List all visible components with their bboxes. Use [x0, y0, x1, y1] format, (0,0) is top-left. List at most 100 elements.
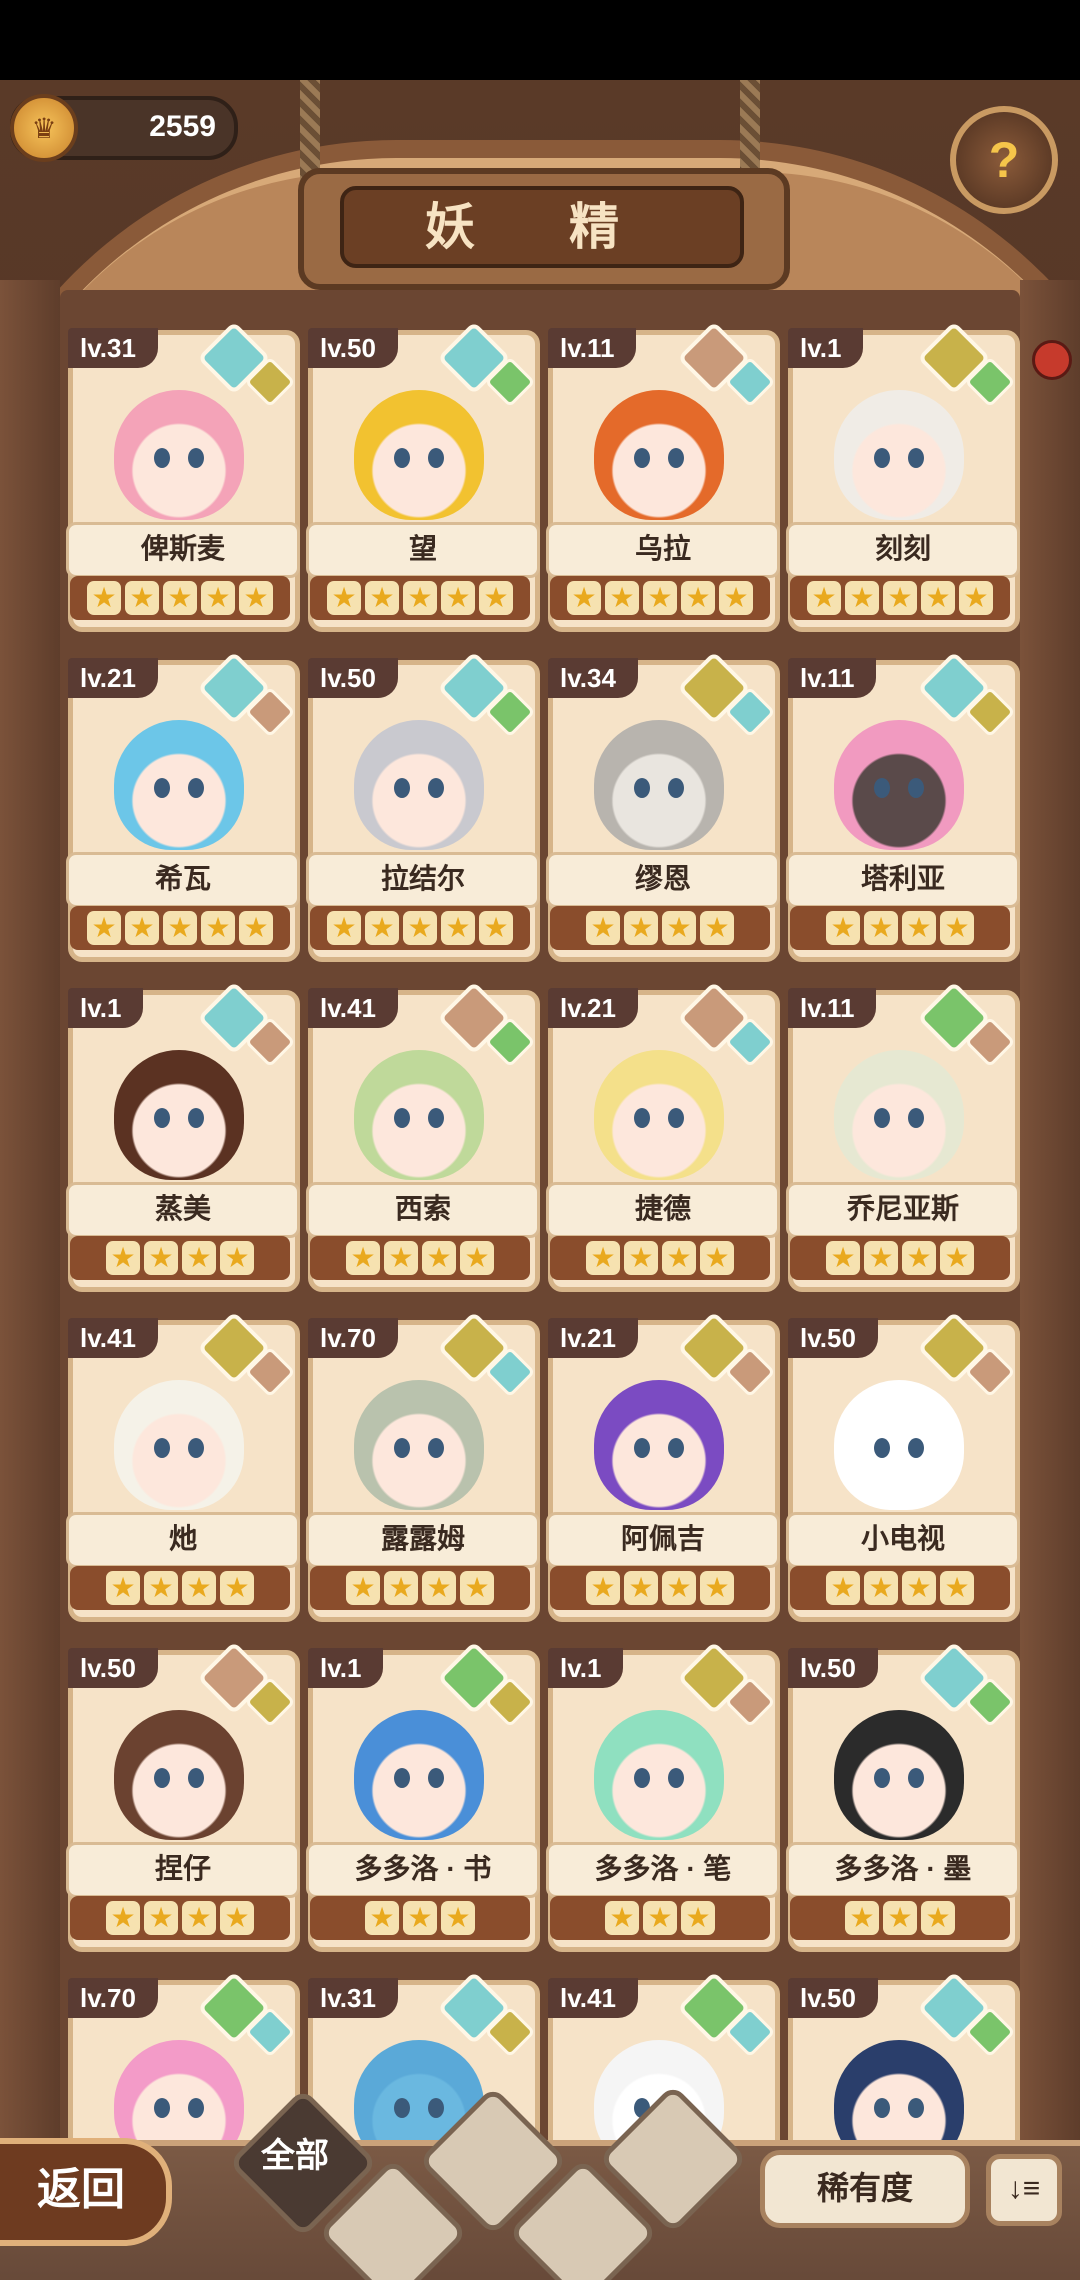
fairy-level: lv.70 — [68, 1978, 158, 2018]
fairy-card[interactable]: lv.50 多多洛 · 墨 ★ ★ ★ — [780, 1640, 1020, 1952]
star-icon: ★ — [719, 581, 753, 615]
fairy-collection-screen: ♛ 2559 妖 精 ? lv.31 俾斯麦 ★ ★ ★ ★ ★ lv.50 望 ★ ★ ★ ★ ★ lv.… — [0, 80, 1080, 2280]
star-icon: ★ — [327, 581, 361, 615]
star-icon: ★ — [826, 911, 860, 945]
star-icon: ★ — [921, 581, 955, 615]
fairy-level: lv.1 — [308, 1648, 384, 1688]
fairy-level: lv.31 — [68, 328, 158, 368]
star-icon: ★ — [479, 911, 513, 945]
fairy-level: lv.11 — [548, 328, 637, 368]
fairy-name: 多多洛 · 墨 — [786, 1842, 1020, 1898]
star-icon: ★ — [403, 911, 437, 945]
star-rating: ★ ★ ★ — [790, 1896, 1010, 1940]
fairy-name: 多多洛 · 笔 — [546, 1842, 780, 1898]
star-icon: ★ — [239, 581, 273, 615]
fairy-card[interactable]: lv.11 塔利亚 ★ ★ ★ ★ — [780, 650, 1020, 962]
eye — [874, 1438, 890, 1458]
star-icon: ★ — [441, 581, 475, 615]
eye — [188, 2098, 204, 2118]
star-icon: ★ — [220, 1901, 254, 1935]
fairy-card[interactable]: lv.21 捷德 ★ ★ ★ ★ — [540, 980, 780, 1292]
star-icon: ★ — [605, 1901, 639, 1935]
eye — [428, 2098, 444, 2118]
fairy-card[interactable]: lv.50 捏仔 ★ ★ ★ ★ — [60, 1640, 300, 1952]
back-button[interactable]: 返回 — [0, 2138, 172, 2246]
eye — [188, 1108, 204, 1128]
fairy-card[interactable]: lv.41 灺 ★ ★ ★ ★ — [60, 1310, 300, 1622]
star-icon: ★ — [826, 1241, 860, 1275]
eye — [154, 1438, 170, 1458]
fairy-card[interactable]: lv.1 刻刻 ★ ★ ★ ★ ★ — [780, 320, 1020, 632]
star-icon: ★ — [864, 1241, 898, 1275]
star-rating: ★ ★ ★ ★ — [550, 1566, 770, 1610]
fairy-card[interactable]: lv.1 多多洛 · 书 ★ ★ ★ — [300, 1640, 540, 1952]
fairy-name: 多多洛 · 书 — [306, 1842, 540, 1898]
fairy-level: lv.50 — [308, 328, 398, 368]
fairy-face — [354, 720, 484, 850]
star-icon: ★ — [864, 1571, 898, 1605]
star-icon: ★ — [567, 581, 601, 615]
eye — [188, 448, 204, 468]
star-icon: ★ — [87, 911, 121, 945]
fairy-face — [354, 1050, 484, 1180]
fairy-name: 阿佩吉 — [546, 1512, 780, 1568]
star-rating: ★ ★ ★ ★ ★ — [550, 576, 770, 620]
help-button[interactable]: ? — [950, 106, 1058, 214]
star-icon: ★ — [662, 1241, 696, 1275]
star-icon: ★ — [479, 581, 513, 615]
fairy-face — [114, 1050, 244, 1180]
star-icon: ★ — [643, 1901, 677, 1935]
star-icon: ★ — [422, 1241, 456, 1275]
fairy-card[interactable]: lv.34 缪恩 ★ ★ ★ ★ — [540, 650, 780, 962]
eye — [428, 1768, 444, 1788]
star-icon: ★ — [662, 1571, 696, 1605]
title-sign: 妖 精 — [298, 168, 790, 290]
fairy-card[interactable]: lv.41 西索 ★ ★ ★ ★ — [300, 980, 540, 1292]
star-rating: ★ ★ ★ ★ ★ — [70, 576, 290, 620]
fairy-level: lv.50 — [788, 1318, 878, 1358]
fairy-card[interactable]: lv.21 希瓦 ★ ★ ★ ★ ★ — [60, 650, 300, 962]
fairy-level: lv.41 — [308, 988, 398, 1028]
fairy-card[interactable]: lv.11 乔尼亚斯 ★ ★ ★ ★ — [780, 980, 1020, 1292]
star-icon: ★ — [624, 911, 658, 945]
star-icon: ★ — [144, 1901, 178, 1935]
star-icon: ★ — [959, 581, 993, 615]
fairy-level: lv.34 — [548, 658, 638, 698]
eye — [634, 1768, 650, 1788]
eye — [908, 778, 924, 798]
fairy-card[interactable]: lv.1 多多洛 · 笔 ★ ★ ★ — [540, 1640, 780, 1952]
coin-value: 2559 — [149, 110, 216, 143]
star-icon: ★ — [125, 911, 159, 945]
fairy-card[interactable]: lv.31 俾斯麦 ★ ★ ★ ★ ★ — [60, 320, 300, 632]
star-icon: ★ — [460, 1241, 494, 1275]
star-icon: ★ — [662, 911, 696, 945]
fairy-name: 乔尼亚斯 — [786, 1182, 1020, 1238]
fairy-card[interactable]: lv.50 拉结尔 ★ ★ ★ ★ ★ — [300, 650, 540, 962]
fairy-card[interactable]: lv.21 阿佩吉 ★ ★ ★ ★ — [540, 1310, 780, 1622]
star-rating: ★ ★ ★ ★ ★ — [310, 576, 530, 620]
fairy-name: 小电视 — [786, 1512, 1020, 1568]
star-rating: ★ ★ ★ ★ — [310, 1566, 530, 1610]
fairy-face — [354, 1380, 484, 1510]
star-icon: ★ — [902, 1241, 936, 1275]
fairy-card[interactable]: lv.1 蒸美 ★ ★ ★ ★ — [60, 980, 300, 1292]
fairy-name: 希瓦 — [66, 852, 300, 908]
fairy-card[interactable]: lv.70 露露姆 ★ ★ ★ ★ — [300, 1310, 540, 1622]
fairy-card[interactable]: lv.50 小电视 ★ ★ ★ ★ — [780, 1310, 1020, 1622]
star-rating: ★ ★ ★ — [550, 1896, 770, 1940]
fairy-name: 缪恩 — [546, 852, 780, 908]
sort-rarity-button[interactable]: 稀有度 — [760, 2150, 970, 2228]
star-icon: ★ — [144, 1571, 178, 1605]
sort-order-button[interactable]: ↓≡ — [986, 2154, 1062, 2226]
star-icon: ★ — [384, 1241, 418, 1275]
fairy-card[interactable]: lv.50 望 ★ ★ ★ ★ ★ — [300, 320, 540, 632]
fairy-card[interactable]: lv.11 乌拉 ★ ★ ★ ★ ★ — [540, 320, 780, 632]
fairy-name: 拉结尔 — [306, 852, 540, 908]
eye — [428, 448, 444, 468]
fairy-level: lv.50 — [68, 1648, 158, 1688]
fairy-level: lv.1 — [68, 988, 144, 1028]
star-icon: ★ — [163, 911, 197, 945]
star-icon: ★ — [845, 1901, 879, 1935]
eye — [874, 1108, 890, 1128]
fairy-face — [114, 390, 244, 520]
